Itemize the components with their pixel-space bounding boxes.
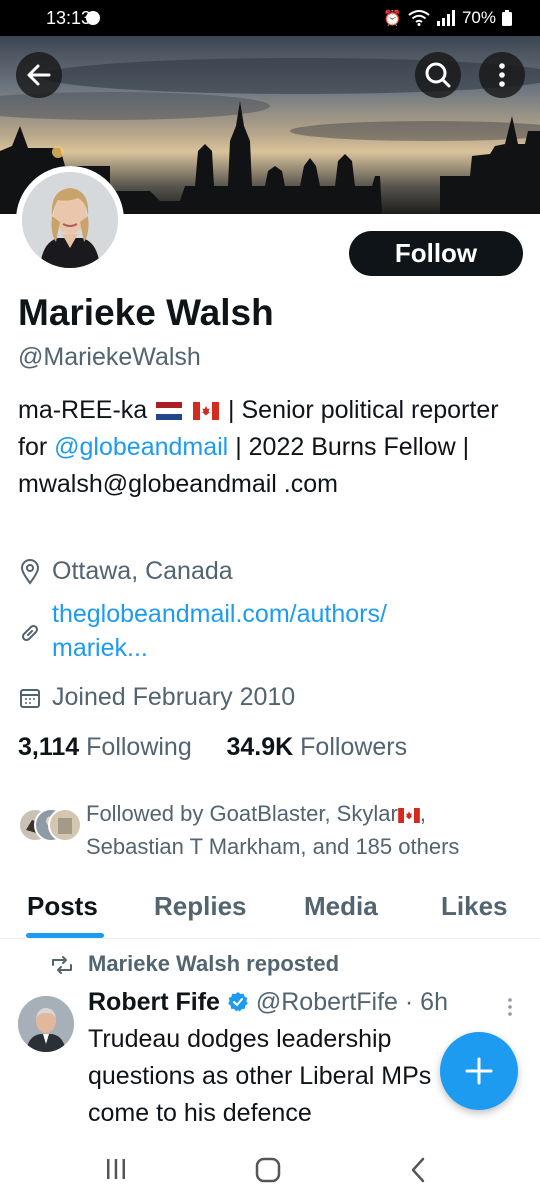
website-link[interactable]: theglobeandmail.com/authors/ mariek...: [52, 597, 387, 665]
profile-stats: 3,114 Following 34.9K Followers: [18, 733, 407, 762]
tab-replies[interactable]: Replies: [154, 891, 247, 922]
followers-stat[interactable]: 34.9K Followers: [226, 733, 407, 761]
post-author-handle: @RobertFife: [255, 988, 398, 1016]
profile-handle: @MariekeWalsh: [18, 343, 201, 371]
followed-by-text[interactable]: Followed by GoatBlaster, Skylar, Sebasti…: [86, 797, 526, 863]
back-nav-icon[interactable]: [408, 1156, 428, 1184]
following-stat[interactable]: 3,114 Following: [18, 733, 192, 761]
signal-icon: [436, 10, 455, 26]
followers-label: Followers: [300, 733, 408, 761]
website-line-2: mariek...: [52, 634, 148, 662]
plus-icon: [465, 1057, 493, 1085]
joined-text: Joined February 2010: [52, 683, 296, 711]
following-label: Following: [86, 733, 192, 761]
website-line-1: theglobeandmail.com/authors/: [52, 600, 387, 628]
bio-text-1: ma-REE-ka: [18, 396, 148, 424]
post-header: Robert Fife @RobertFife · 6h: [88, 988, 448, 1017]
location-pin-icon: [20, 559, 40, 585]
search-icon: [425, 62, 451, 88]
canada-flag-icon: [397, 808, 420, 823]
link-icon: [21, 624, 39, 642]
post-time: · 6h: [404, 988, 448, 1016]
status-icons: ⏰ 70%: [383, 8, 512, 28]
canada-flag-icon: [193, 402, 220, 420]
active-tab-indicator: [26, 933, 104, 938]
followers-count: 34.9K: [226, 733, 294, 761]
tab-likes[interactable]: Likes: [441, 891, 508, 922]
profile-bio: ma-REE-ka | Senior political reporter fo…: [18, 392, 518, 503]
recent-apps-icon[interactable]: [104, 1158, 128, 1180]
battery-icon: [502, 10, 512, 26]
post-author-name[interactable]: Robert Fife: [88, 988, 220, 1016]
post-more-icon[interactable]: [503, 996, 517, 1018]
profile-avatar[interactable]: [16, 166, 124, 274]
status-bar: 13:13 ⏰ 70%: [0, 0, 540, 36]
bio-mention-link[interactable]: @globeandmail: [54, 433, 228, 461]
netherlands-flag-icon: [156, 402, 183, 420]
profile-tabs: Posts Replies Media Likes: [0, 887, 540, 939]
status-time: 13:13: [46, 8, 92, 28]
system-navigation-bar: [0, 1140, 540, 1200]
message-notification-icon: [86, 11, 100, 25]
following-count: 3,114: [18, 733, 80, 761]
arrow-left-icon: [27, 64, 51, 86]
repost-icon: [52, 956, 72, 974]
post-text[interactable]: Trudeau dodges leadership questions as o…: [88, 1021, 448, 1132]
tab-posts[interactable]: Posts: [27, 891, 98, 922]
repost-label: Marieke Walsh reposted: [88, 951, 340, 976]
tab-media[interactable]: Media: [304, 891, 378, 922]
follow-button[interactable]: Follow: [349, 231, 523, 276]
calendar-icon: [20, 689, 40, 708]
verified-badge-icon: [228, 992, 248, 1012]
more-vertical-icon: [499, 63, 505, 87]
compose-post-button[interactable]: [440, 1032, 518, 1110]
location-text: Ottawa, Canada: [52, 557, 233, 585]
alarm-icon: ⏰: [383, 9, 402, 27]
more-options-button[interactable]: [479, 52, 525, 98]
avatar-image: [22, 172, 118, 268]
followed-by-part1: Followed by GoatBlaster, Skylar: [86, 801, 398, 826]
wifi-icon: [408, 10, 430, 26]
back-button[interactable]: [16, 52, 62, 98]
followed-by-avatars[interactable]: [18, 808, 82, 842]
home-icon[interactable]: [255, 1157, 281, 1183]
battery-percent: 70%: [461, 8, 496, 27]
search-button[interactable]: [415, 52, 461, 98]
post-author-avatar[interactable]: [18, 996, 74, 1052]
profile-name: Marieke Walsh: [18, 292, 274, 333]
